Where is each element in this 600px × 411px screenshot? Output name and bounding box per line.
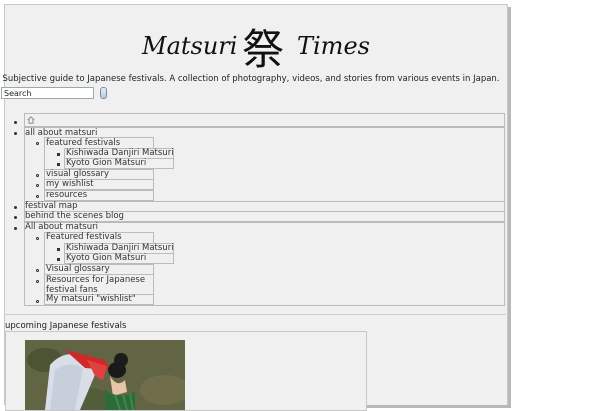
nav-bullet [14, 206, 17, 209]
nav-item-featured-festivals[interactable]: featured festivals [46, 138, 120, 148]
nav-bullet [36, 174, 39, 177]
nav-item-behind-scenes-blog[interactable]: behind the scenes blog [25, 211, 124, 221]
nav-bullet [57, 258, 60, 261]
nav-bullet [57, 248, 60, 251]
nav-bullet [36, 195, 39, 198]
nav-bullet [36, 237, 39, 240]
home-icon[interactable] [27, 116, 35, 124]
nav-bullet [14, 227, 17, 230]
nav-bullet [36, 269, 39, 272]
nav-bullet [36, 142, 39, 145]
nav-bullet [57, 163, 60, 166]
nav-item-kyoto-gion[interactable]: Kyoto Gion Matsuri [66, 158, 146, 168]
nav-item-festival-map[interactable]: festival map [25, 201, 78, 211]
nav-home-item[interactable] [24, 113, 505, 127]
nav-item-my-matsuri-wishlist[interactable]: My matsuri "wishlist" [46, 294, 136, 304]
nav-item-kyoto-gion-2[interactable]: Kyoto Gion Matsuri [66, 253, 146, 263]
nav-item-visual-glossary-2[interactable]: Visual glossary [46, 264, 110, 274]
nav-item-resources-line1[interactable]: Resources for Japanese [46, 275, 145, 285]
nav-bullet [14, 216, 17, 219]
nav-bullet [36, 280, 39, 283]
nav-item-kishiwada[interactable]: Kishiwada Danjiri Matsuri [66, 148, 174, 158]
nav-item-my-wishlist[interactable]: my wishlist [46, 179, 94, 189]
nav-bullet [14, 132, 17, 135]
nav-bullet [36, 300, 39, 303]
nav-item-kishiwada-2[interactable]: Kishiwada Danjiri Matsuri [66, 243, 174, 253]
nav-item-all-about-matsuri-2[interactable]: All about matsuri [25, 222, 98, 232]
nav-bullet [36, 184, 39, 187]
nav-item-resources[interactable]: resources [46, 190, 87, 200]
nav-item-featured-festivals-2[interactable]: Featured festivals [46, 232, 122, 242]
nav-bullet [57, 153, 60, 156]
section-divider [4, 314, 506, 315]
nav-bullet [14, 121, 17, 124]
upcoming-festivals-heading: upcoming Japanese festivals [5, 321, 127, 331]
nav-item-visual-glossary[interactable]: visual glossary [46, 169, 109, 179]
